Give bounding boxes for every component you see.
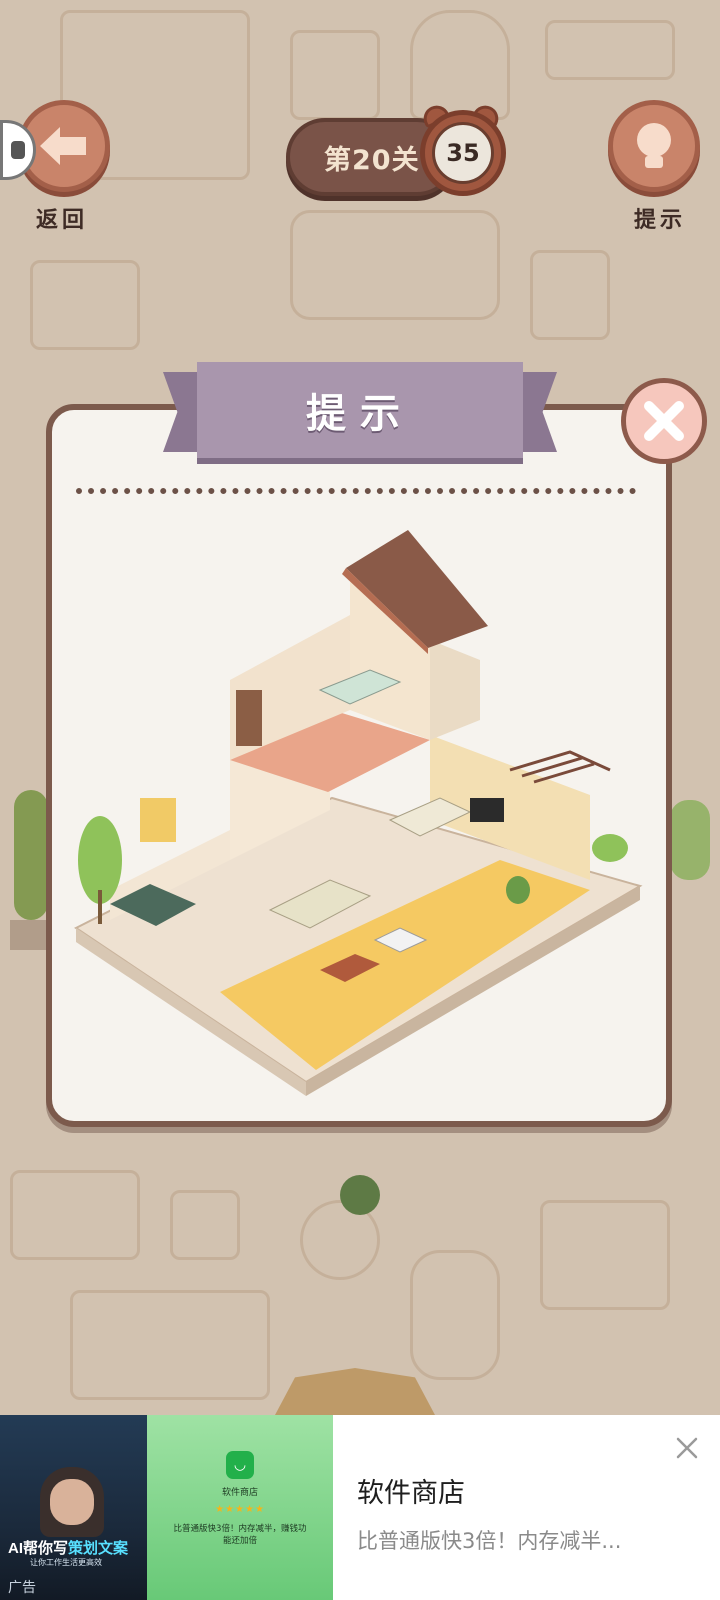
- timer-clock-icon: 35: [420, 110, 506, 196]
- store-name: 软件商店: [221, 1488, 258, 1498]
- ad-subtitle[interactable]: 比普通版快3倍！内存减半...: [357, 1525, 621, 1555]
- curtains: [140, 798, 176, 842]
- house-illustration: [74, 530, 643, 1096]
- ad-headline: AI帮你写策划文案: [8, 1537, 128, 1558]
- dialog-title-ribbon: 提示: [197, 362, 523, 458]
- ad-headline-b: 策划文案: [68, 1540, 129, 1557]
- level-label: 第20关: [324, 144, 420, 176]
- store-rating-stars: ★★★★★: [215, 1504, 265, 1515]
- tree-trunk: [98, 890, 102, 924]
- timer-value: 35: [432, 122, 494, 184]
- hint-label: 提示: [634, 208, 687, 233]
- store-app-icon: ◡: [226, 1451, 254, 1479]
- ad-thumbnail-store[interactable]: ◡ 软件商店 ★★★★★ 比普通版快3倍！内存减半，赚钱功能还加倍: [147, 1415, 333, 1600]
- ad-tag: 广告: [8, 1580, 36, 1596]
- ad-title[interactable]: 软件商店: [357, 1471, 465, 1510]
- back-label: 返回: [36, 208, 89, 233]
- ad-headline-a: AI帮你写: [8, 1540, 69, 1557]
- plant-right: [592, 834, 628, 862]
- hint-button[interactable]: [608, 100, 700, 192]
- dialog-title: 提示: [306, 391, 414, 437]
- ad-banner[interactable]: AI帮你写策划文案 让你工作生活更高效 广告 ◡ 软件商店 ★★★★★ 比普通版…: [0, 1415, 720, 1600]
- dotted-divider: [76, 488, 636, 494]
- lightbulb-icon: [637, 123, 671, 168]
- store-description: 比普通版快3倍！内存减半，赚钱功能还加倍: [173, 1524, 307, 1546]
- ad-headline-sub: 让你工作生活更高效: [30, 1558, 102, 1567]
- assistant-icon: [11, 141, 25, 159]
- close-button[interactable]: [621, 378, 707, 464]
- ad-thumbnail-video[interactable]: AI帮你写策划文案 让你工作生活更高效 广告: [0, 1415, 147, 1600]
- door: [236, 690, 262, 746]
- close-icon: [644, 401, 684, 441]
- ad-person-face: [50, 1479, 94, 1525]
- ad-close-icon[interactable]: [672, 1433, 702, 1463]
- tv: [470, 798, 504, 822]
- back-arrow-icon: [40, 127, 86, 165]
- tower-side: [430, 640, 480, 740]
- potted-plant: [506, 876, 530, 904]
